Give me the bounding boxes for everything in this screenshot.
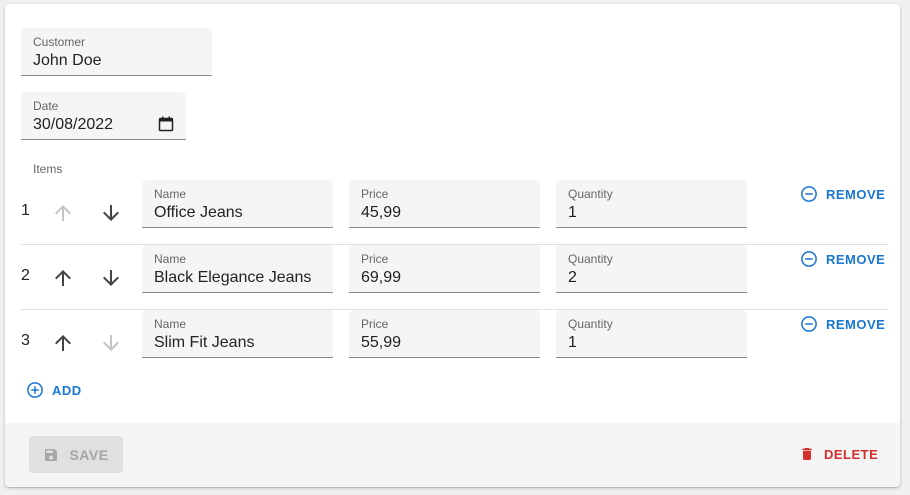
move-down-button[interactable]: [99, 266, 123, 290]
item-quantity-label: Quantity: [568, 252, 613, 266]
arrow-down-icon: [99, 335, 123, 359]
item-index: 1: [21, 202, 30, 219]
move-up-button: [51, 201, 75, 225]
item-name-field[interactable]: Name Slim Fit Jeans: [142, 310, 333, 358]
item-quantity-field[interactable]: Quantity 2: [556, 245, 747, 293]
floppy-icon: [45, 448, 58, 461]
delete-button[interactable]: DELETE: [799, 443, 878, 465]
move-up-button[interactable]: [51, 331, 75, 355]
item-quantity-field[interactable]: Quantity 1: [556, 180, 747, 228]
arrow-up-icon: [51, 205, 75, 229]
item-price-label: Price: [361, 317, 389, 331]
item-price-field[interactable]: Price 69,99: [349, 245, 540, 293]
item-name-value: Black Elegance Jeans: [154, 269, 312, 286]
customer-value: John Doe: [33, 52, 102, 69]
add-circle-icon: [27, 382, 43, 398]
item-name-label: Name: [154, 317, 187, 331]
add-label: ADD: [52, 382, 82, 398]
item-price-value: 69,99: [361, 269, 402, 286]
save-button[interactable]: SAVE: [29, 436, 123, 473]
item-index: 3: [21, 332, 30, 349]
items-label: Items: [33, 162, 63, 176]
item-quantity-label: Quantity: [568, 317, 613, 331]
arrow-up-icon: [51, 270, 75, 294]
remove-circle-icon: [801, 186, 817, 202]
item-quantity-value: 2: [568, 269, 577, 286]
item-price-value: 55,99: [361, 334, 402, 351]
item-name-label: Name: [154, 252, 187, 266]
item-quantity-field[interactable]: Quantity 1: [556, 310, 747, 358]
remove-circle-icon: [801, 251, 817, 267]
date-field[interactable]: Date 30/08/2022: [21, 92, 186, 140]
remove-item-button[interactable]: REMOVE: [800, 183, 885, 205]
item-quantity-value: 1: [568, 204, 577, 221]
item-name-value: Slim Fit Jeans: [154, 334, 255, 351]
arrow-down-icon: [99, 270, 123, 294]
arrow-down-icon: [99, 205, 123, 229]
arrow-up-icon: [51, 335, 75, 359]
item-name-field[interactable]: Name Office Jeans: [142, 180, 333, 228]
move-up-button[interactable]: [51, 266, 75, 290]
item-price-field[interactable]: Price 55,99: [349, 310, 540, 358]
delete-label: DELETE: [824, 446, 879, 462]
item-index: 2: [21, 267, 30, 284]
item-quantity-label: Quantity: [568, 187, 613, 201]
toolbar: SAVE DELETE: [5, 423, 900, 487]
remove-label: REMOVE: [826, 186, 886, 202]
item-price-label: Price: [361, 187, 389, 201]
calendar-icon[interactable]: [158, 116, 174, 132]
form-card: Customer John Doe Date 30/08/2022 Items …: [5, 4, 900, 487]
save-label: SAVE: [69, 446, 109, 463]
add-item-button[interactable]: ADD: [26, 379, 82, 401]
item-price-value: 45,99: [361, 204, 402, 221]
move-down-button: [99, 331, 123, 355]
date-value: 30/08/2022: [33, 116, 114, 133]
remove-circle-icon: [801, 316, 817, 332]
item-price-label: Price: [361, 252, 389, 266]
customer-label: Customer: [33, 35, 86, 49]
customer-field[interactable]: Customer John Doe: [21, 28, 212, 76]
item-row: 2 Name Black Elegance Jeans Price 69,99 …: [21, 245, 888, 310]
date-label: Date: [33, 99, 59, 113]
remove-label: REMOVE: [826, 251, 886, 267]
item-row: 1 Name Office Jeans Price 45,99 Quantity…: [21, 180, 888, 245]
remove-item-button[interactable]: REMOVE: [800, 248, 885, 270]
item-name-field[interactable]: Name Black Elegance Jeans: [142, 245, 333, 293]
move-down-button[interactable]: [99, 201, 123, 225]
remove-label: REMOVE: [826, 316, 886, 332]
item-name-label: Name: [154, 187, 187, 201]
item-price-field[interactable]: Price 45,99: [349, 180, 540, 228]
trash-icon: [802, 448, 812, 460]
remove-item-button[interactable]: REMOVE: [800, 313, 885, 335]
item-name-value: Office Jeans: [154, 204, 243, 221]
item-quantity-value: 1: [568, 334, 577, 351]
item-row: 3 Name Slim Fit Jeans Price 55,99 Quanti…: [21, 310, 888, 375]
